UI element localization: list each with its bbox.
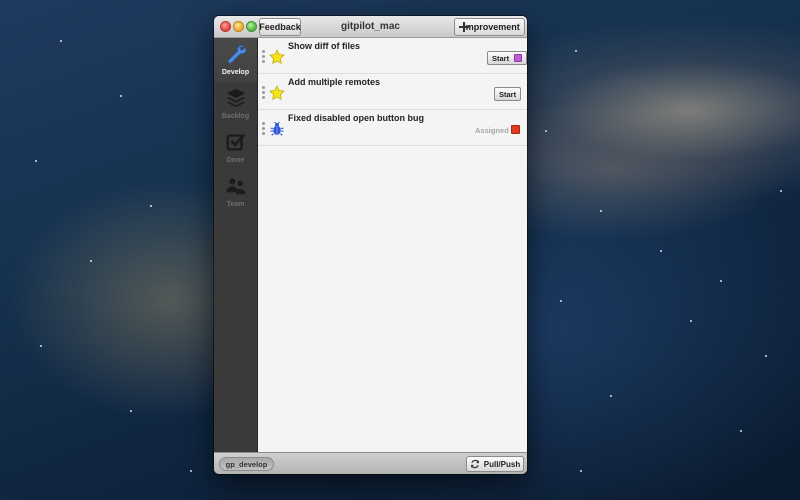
sidebar-item-label: Backlog — [221, 113, 250, 120]
close-window-button[interactable] — [220, 21, 231, 32]
task-title: Add multiple remotes — [288, 77, 381, 87]
status-badge: Assigned — [475, 126, 509, 135]
start-task-button[interactable]: Start — [487, 51, 527, 65]
minimize-window-button[interactable] — [233, 21, 244, 32]
people-icon — [225, 178, 246, 195]
drag-handle[interactable] — [262, 86, 265, 100]
improvement-button-label: Improvement — [463, 22, 520, 32]
task-color-swatch — [514, 54, 523, 62]
start-task-button[interactable]: Start — [494, 87, 522, 101]
start-button-label: Start — [492, 53, 510, 63]
drag-handle[interactable] — [262, 50, 265, 64]
sync-icon — [470, 459, 479, 469]
branch-selector[interactable]: gp_develop — [219, 457, 274, 471]
star-icon — [269, 85, 285, 101]
bug-icon — [270, 121, 284, 136]
checkbox-icon — [226, 133, 245, 151]
sidebar-item-label: Develop — [221, 69, 250, 76]
start-button-label: Start — [499, 89, 517, 99]
app-window: gitpilot_mac Feedback Improvement Develo… — [214, 16, 527, 474]
task-title: Show diff of files — [288, 41, 360, 51]
sidebar-item-label: Done — [226, 157, 245, 164]
title-bar: gitpilot_mac Feedback Improvement — [214, 16, 527, 38]
sidebar-item-team[interactable]: Team — [214, 170, 257, 214]
list-item[interactable]: Fixed disabled open button bug Assigned — [258, 110, 527, 146]
sidebar-item-label: Team — [226, 201, 245, 208]
drag-handle[interactable] — [262, 122, 265, 136]
wrench-icon — [227, 45, 246, 64]
sidebar: Develop Backlog Done Team — [214, 38, 258, 452]
pull-push-label: Pull/Push — [483, 459, 521, 469]
task-list: Show diff of files Start Add multiple re… — [258, 38, 527, 452]
layers-icon — [226, 88, 245, 108]
sidebar-item-done[interactable]: Done — [214, 126, 257, 170]
sidebar-item-develop[interactable]: Develop — [214, 38, 257, 82]
star-icon — [269, 49, 285, 65]
sidebar-item-backlog[interactable]: Backlog — [214, 82, 257, 126]
list-item[interactable]: Show diff of files Start — [258, 38, 527, 74]
pull-push-button[interactable]: Pull/Push — [466, 456, 524, 472]
task-title: Fixed disabled open button bug — [288, 113, 424, 123]
improvement-button[interactable]: Improvement — [454, 18, 525, 36]
task-color-swatch — [511, 125, 520, 134]
zoom-window-button[interactable] — [246, 21, 257, 32]
list-item[interactable]: Add multiple remotes Start — [258, 74, 527, 110]
bottom-bar: gp_develop Pull/Push — [214, 452, 527, 474]
feedback-button[interactable]: Feedback — [259, 18, 301, 36]
